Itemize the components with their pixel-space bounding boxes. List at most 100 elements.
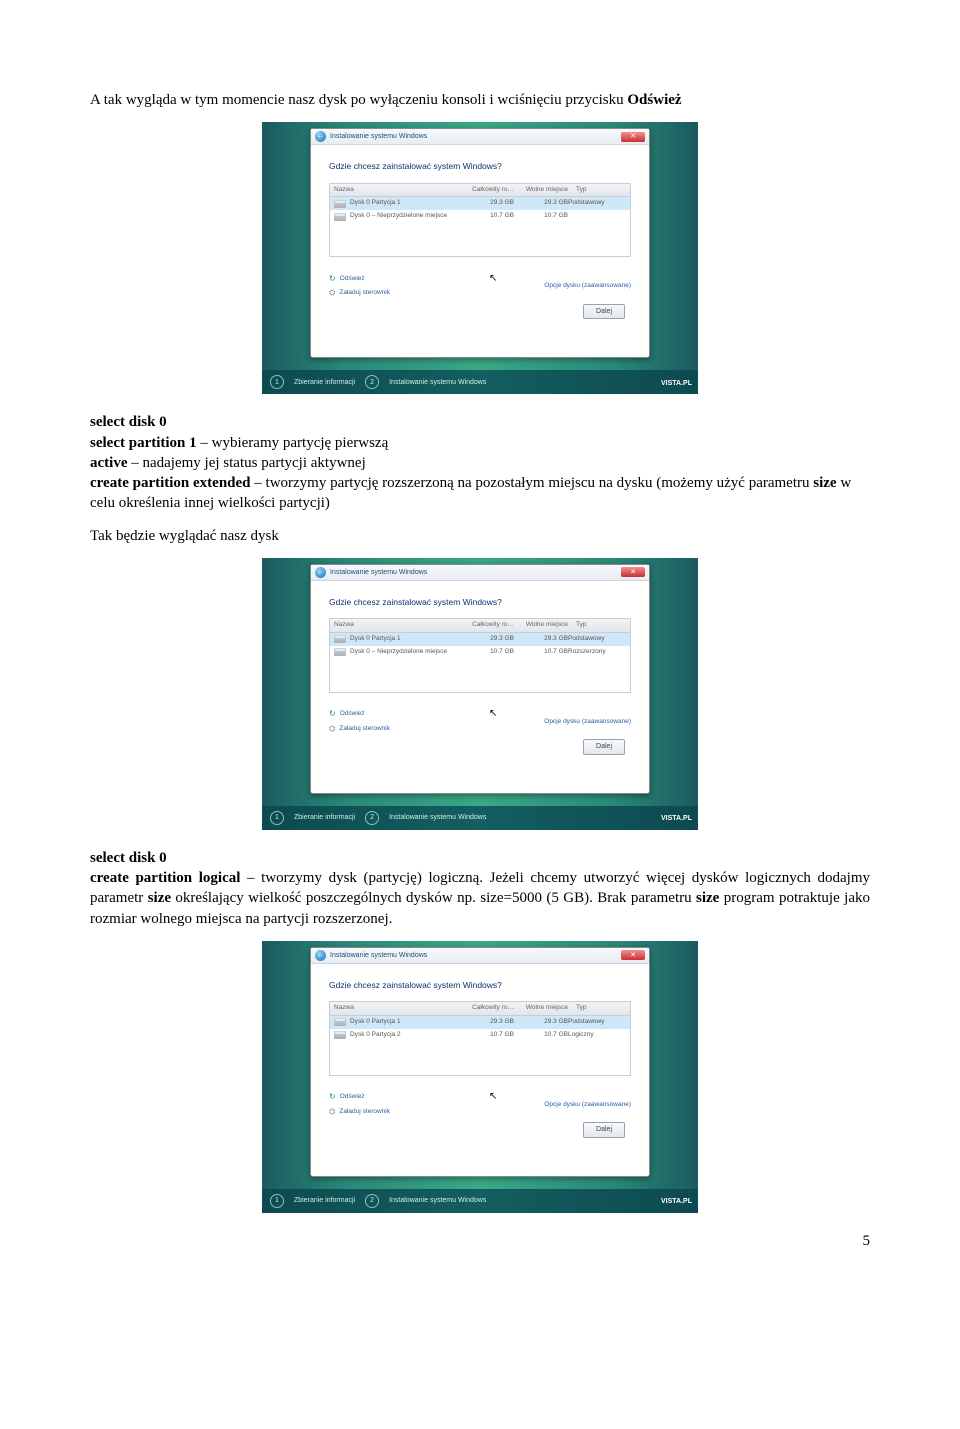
cell: 10.7 GB <box>514 1031 568 1040</box>
close-icon[interactable]: ✕ <box>621 132 645 142</box>
page-number: 5 <box>90 1231 870 1251</box>
brand-label: VISTA.PL <box>661 379 692 388</box>
cell: 10.7 GB <box>514 212 568 221</box>
install-question: Gdzie chcesz zainstalować system Windows… <box>329 597 631 608</box>
command-block-1: select disk 0 select partition 1 – wybie… <box>90 412 870 513</box>
brand-label: VISTA.PL <box>661 1197 692 1206</box>
steps-bar: 1 Zbieranie informacji 2 Instalowanie sy… <box>262 1189 698 1213</box>
table-row[interactable]: Dysk 0 Partycja 1 29.3 GB 29.3 GB Podsta… <box>330 197 630 210</box>
installer-window: ← Instalowanie systemu Windows ✕ Gdzie c… <box>262 122 698 394</box>
col-name: Nazwa <box>330 184 464 197</box>
bold-odswiez: Odśwież <box>627 92 681 108</box>
cell: Dysk 0 Partycja 1 <box>350 199 460 208</box>
step-1-badge: 1 <box>270 375 284 389</box>
back-icon[interactable]: ← <box>315 950 326 961</box>
installer-window: ← Instalowanie systemu Windows ✕ Gdzie c… <box>262 558 698 830</box>
advanced-link[interactable]: Opcje dysku (zaawansowane) <box>544 274 631 300</box>
table-row[interactable]: Dysk 0 Partycja 2 10.7 GB 10.7 GB Logicz… <box>330 1029 630 1042</box>
close-icon[interactable]: ✕ <box>621 567 645 577</box>
cell: 10.7 GB <box>460 648 514 657</box>
brand-label: VISTA.PL <box>661 814 692 823</box>
refresh-icon: ↻ <box>329 1092 336 1103</box>
gear-icon: ⛭ <box>329 1107 335 1118</box>
col-type: Typ <box>572 1002 630 1015</box>
step-2-badge: 2 <box>365 375 379 389</box>
col-total: Całkowity ro… <box>464 619 518 632</box>
step-1-label: Zbieranie informacji <box>294 378 355 387</box>
cell: 29.3 GB <box>460 635 514 644</box>
col-free: Wolne miejsce <box>518 1002 572 1015</box>
paragraph-2: Tak będzie wyglądać nasz dysk <box>90 526 870 546</box>
refresh-link[interactable]: ↻Odśwież <box>329 274 390 285</box>
installer-window: ← Instalowanie systemu Windows ✕ Gdzie c… <box>262 941 698 1213</box>
cell: 10.7 GB <box>514 648 568 657</box>
command-block-2: select disk 0 create partition logical –… <box>90 848 870 929</box>
cmd-param: size <box>148 890 171 906</box>
drive-icon <box>334 648 346 656</box>
screenshot-3: ← Instalowanie systemu Windows ✕ Gdzie c… <box>90 941 870 1213</box>
refresh-icon: ↻ <box>329 709 336 720</box>
load-driver-link[interactable]: ⛭Załaduj sterownik <box>329 1107 390 1118</box>
titlebar: ← Instalowanie systemu Windows ✕ <box>311 948 649 964</box>
step-2-label: Instalowanie systemu Windows <box>389 813 486 822</box>
cell: 29.3 GB <box>514 1018 568 1027</box>
dialog: ← Instalowanie systemu Windows ✕ Gdzie c… <box>310 128 650 358</box>
table-row[interactable]: Dysk 0 – Nieprzydzielone miejsce 10.7 GB… <box>330 646 630 659</box>
step-2-label: Instalowanie systemu Windows <box>389 378 486 387</box>
load-driver-link[interactable]: ⛭Załaduj sterownik <box>329 288 390 299</box>
install-question: Gdzie chcesz zainstalować system Windows… <box>329 161 631 172</box>
dialog: ← Instalowanie systemu Windows ✕ Gdzie c… <box>310 564 650 794</box>
cmd: create partition extended <box>90 475 251 491</box>
cmd: select partition 1 <box>90 435 197 451</box>
step-1-label: Zbieranie informacji <box>294 1196 355 1205</box>
steps-bar: 1 Zbieranie informacji 2 Instalowanie sy… <box>262 806 698 830</box>
cell: Podstawowy <box>568 635 626 644</box>
cell: 29.3 GB <box>460 199 514 208</box>
close-icon[interactable]: ✕ <box>621 950 645 960</box>
cmd-desc: – tworzymy partycję rozszerzoną na pozos… <box>251 475 814 491</box>
back-icon[interactable]: ← <box>315 131 326 142</box>
paragraph-intro: A tak wygląda w tym momencie nasz dysk p… <box>90 90 870 110</box>
next-button[interactable]: Dalej <box>583 739 625 754</box>
text: A tak wygląda w tym momencie nasz dysk p… <box>90 92 627 108</box>
cell: Logiczny <box>568 1031 626 1040</box>
cell: Dysk 0 – Nieprzydzielone miejsce <box>350 212 460 221</box>
cell: 29.3 GB <box>514 199 568 208</box>
window-title: Instalowanie systemu Windows <box>330 132 427 141</box>
disk-table-body: Dysk 0 Partycja 1 29.3 GB 29.3 GB Podsta… <box>329 633 631 693</box>
advanced-link[interactable]: Opcje dysku (zaawansowane) <box>544 1092 631 1118</box>
load-driver-link[interactable]: ⛭Załaduj sterownik <box>329 724 390 735</box>
advanced-link[interactable]: Opcje dysku (zaawansowane) <box>544 709 631 735</box>
col-name: Nazwa <box>330 1002 464 1015</box>
disk-table-header: Nazwa Całkowity ro… Wolne miejsce Typ <box>329 183 631 198</box>
refresh-link[interactable]: ↻Odśwież <box>329 1092 390 1103</box>
col-free: Wolne miejsce <box>518 184 572 197</box>
cmd: select disk 0 <box>90 414 167 430</box>
table-row[interactable]: Dysk 0 – Nieprzydzielone miejsce 10.7 GB… <box>330 210 630 223</box>
drive-icon <box>334 200 346 208</box>
cursor-icon: ↖ <box>489 1090 497 1104</box>
refresh-link[interactable]: ↻Odśwież <box>329 709 390 720</box>
cell: 10.7 GB <box>460 1031 514 1040</box>
col-name: Nazwa <box>330 619 464 632</box>
disk-table-header: Nazwa Całkowity ro… Wolne miejsce Typ <box>329 1001 631 1016</box>
titlebar: ← Instalowanie systemu Windows ✕ <box>311 129 649 145</box>
back-icon[interactable]: ← <box>315 567 326 578</box>
cmd: create partition logical <box>90 870 240 886</box>
col-total: Całkowity ro… <box>464 184 518 197</box>
cell: Dysk 0 Partycja 1 <box>350 1018 460 1027</box>
col-type: Typ <box>572 184 630 197</box>
cell: 29.3 GB <box>460 1018 514 1027</box>
links-row: ↻Odśwież ⛭Załaduj sterownik Opcje dysku … <box>329 1092 631 1118</box>
next-button[interactable]: Dalej <box>583 1122 625 1137</box>
screenshot-1: ← Instalowanie systemu Windows ✕ Gdzie c… <box>90 122 870 394</box>
cursor-icon: ↖ <box>489 272 497 286</box>
refresh-icon: ↻ <box>329 274 336 285</box>
next-button[interactable]: Dalej <box>583 304 625 319</box>
install-question: Gdzie chcesz zainstalować system Windows… <box>329 980 631 991</box>
table-row[interactable]: Dysk 0 Partycja 1 29.3 GB 29.3 GB Podsta… <box>330 1016 630 1029</box>
table-row[interactable]: Dysk 0 Partycja 1 29.3 GB 29.3 GB Podsta… <box>330 633 630 646</box>
cmd: active <box>90 455 127 471</box>
cell: Dysk 0 Partycja 2 <box>350 1031 460 1040</box>
screenshot-2: ← Instalowanie systemu Windows ✕ Gdzie c… <box>90 558 870 830</box>
